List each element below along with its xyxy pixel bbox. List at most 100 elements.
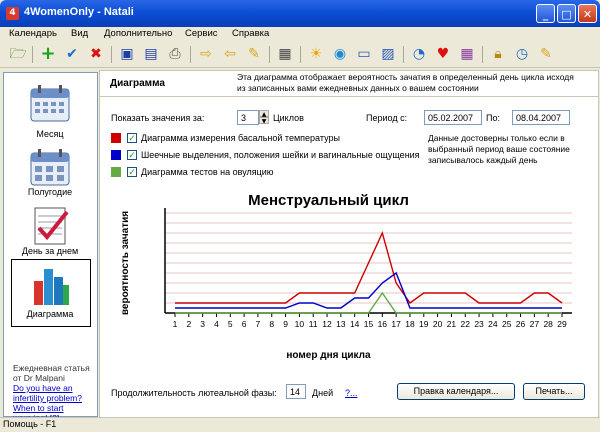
- checkbox-cervical[interactable]: ✓: [127, 150, 137, 161]
- sidebar-item-diagram[interactable]: Диаграмма: [4, 259, 96, 327]
- save-as-icon[interactable]: ▤: [141, 44, 161, 64]
- period-to-field[interactable]: 08.04.2007: [512, 110, 570, 125]
- menstrual-cycle-chart: Менструальный цикл вероятность зачатия ном…: [110, 183, 588, 369]
- chart-x-tick-label: 25: [502, 319, 512, 329]
- chart-x-tick-label: 14: [350, 319, 360, 329]
- add-icon[interactable]: +: [38, 44, 58, 64]
- edit-icon[interactable]: ✎: [244, 44, 264, 64]
- clock-icon[interactable]: ◷: [512, 44, 532, 64]
- status-text: Помощь - F1: [3, 419, 57, 429]
- app-icon[interactable]: 4: [6, 7, 19, 20]
- toolbar-separator: [111, 46, 112, 63]
- day-by-day-icon: [34, 207, 69, 245]
- menu-extra[interactable]: Дополнительно: [104, 28, 172, 39]
- sidebar-item-label: Месяц: [36, 129, 64, 139]
- import-icon[interactable]: ⇦: [220, 44, 240, 64]
- page-description: Эта диаграмма отображает вероятность зач…: [237, 72, 574, 93]
- legend-swatch-red: [111, 133, 121, 143]
- toolbar-separator: [482, 46, 483, 63]
- check-icon[interactable]: ✔: [62, 44, 82, 64]
- open-icon[interactable]: 🗁: [8, 44, 28, 64]
- chart-title: Менструальный цикл: [248, 192, 409, 209]
- sidebar-item-month[interactable]: Месяц: [4, 81, 96, 143]
- sun-icon[interactable]: ☀: [306, 44, 326, 64]
- status-bar: Помощь - F1: [0, 417, 600, 432]
- chart-x-tick-label: 7: [256, 319, 261, 329]
- calendar-month-icon: [30, 85, 70, 122]
- luteal-phase-input[interactable]: 14: [286, 384, 306, 399]
- cycles-input[interactable]: 3: [237, 110, 259, 125]
- chart-x-tick-label: 3: [200, 319, 205, 329]
- chart-x-tick-label: 6: [242, 319, 247, 329]
- menu-calendar[interactable]: Календарь: [9, 28, 57, 39]
- toolbar-separator: [190, 46, 191, 63]
- notes-icon[interactable]: ✎: [536, 44, 556, 64]
- chart-x-tick-label: 18: [405, 319, 415, 329]
- legend-label-cervical: Шеечные выделения, положения шейки и ваг…: [141, 150, 420, 160]
- delete-icon[interactable]: ✖: [86, 44, 106, 64]
- export-icon[interactable]: ⇨: [196, 44, 216, 64]
- chart-x-tick-label: 29: [557, 319, 567, 329]
- chart-y-axis-label: вероятность зачатия: [120, 211, 131, 315]
- close-button[interactable]: ✕: [578, 4, 597, 23]
- chart-x-tick-label: 8: [269, 319, 274, 329]
- sidebar-item-day-by-day[interactable]: День за днем: [4, 202, 96, 257]
- chart-x-tick-label: 11: [309, 319, 318, 329]
- print-icon[interactable]: ⎙: [165, 44, 185, 64]
- calendar-menu-icon[interactable]: ▦: [275, 44, 295, 64]
- menu-service[interactable]: Сервис: [185, 28, 218, 39]
- chart-x-tick-label: 28: [543, 319, 553, 329]
- chart-background: [110, 183, 588, 369]
- toolbar-separator: [269, 46, 270, 63]
- period-from-field[interactable]: 05.02.2007: [424, 110, 482, 125]
- daily-article: Ежедневная статья от Dr Malpani Do you h…: [13, 363, 97, 423]
- sidebar: Месяц Полугодие День за днем Диаграмма Е…: [3, 72, 98, 423]
- grid-icon[interactable]: ▦: [457, 44, 477, 64]
- period-from-label: Период с:: [366, 113, 408, 123]
- diagram-panel: Диаграмма Эта диаграмма отображает вероя…: [99, 70, 599, 418]
- checkbox-ovulation[interactable]: ✓: [127, 167, 137, 178]
- maximize-button[interactable]: □: [557, 4, 576, 23]
- heart-icon[interactable]: ♥: [433, 44, 453, 64]
- window-icon[interactable]: ▭: [354, 44, 374, 64]
- chart-icon[interactable]: ◔: [409, 44, 429, 64]
- legend-swatch-green: [111, 167, 121, 177]
- chart-x-tick-label: 21: [447, 319, 457, 329]
- stepper-down-icon[interactable]: ▼: [259, 117, 269, 125]
- chart-x-tick-label: 24: [488, 319, 498, 329]
- toolbar-separator: [403, 46, 404, 63]
- panel-header: Диаграмма Эта диаграмма отображает вероя…: [100, 71, 598, 97]
- help-link[interactable]: ?...: [345, 388, 358, 398]
- toolbar-separator: [32, 46, 33, 63]
- cycles-label: Циклов: [273, 113, 304, 123]
- sidebar-item-label: Полугодие: [27, 187, 73, 197]
- print-button[interactable]: Печать...: [523, 383, 585, 400]
- globe-icon[interactable]: ◉: [330, 44, 350, 64]
- lock-icon[interactable]: 🔒︎: [488, 44, 508, 64]
- chart-x-tick-label: 17: [391, 319, 401, 329]
- legend-swatch-blue: [111, 150, 121, 160]
- edit-calendar-button[interactable]: Правка календаря...: [397, 383, 515, 400]
- chart-x-tick-label: 20: [433, 319, 443, 329]
- title-bar[interactable]: 4 4WomenOnly - Natali _ □ ✕: [0, 0, 600, 27]
- chart-x-tick-label: 4: [214, 319, 219, 329]
- article-link-infertility[interactable]: Do you have an infertility problem?: [13, 383, 97, 403]
- sidebar-item-label: Диаграмма: [26, 309, 74, 319]
- chart-x-tick-label: 23: [474, 319, 484, 329]
- sidebar-item-halfyear[interactable]: Полугодие: [4, 145, 96, 200]
- menu-help[interactable]: Справка: [232, 28, 269, 39]
- chart-x-tick-label: 26: [516, 319, 526, 329]
- window-title: 4WomenOnly - Natali: [24, 6, 134, 18]
- menu-view[interactable]: Вид: [71, 28, 88, 39]
- chart-x-tick-label: 5: [228, 319, 233, 329]
- image-icon[interactable]: ▨: [378, 44, 398, 64]
- stepper-up-icon[interactable]: ▲: [259, 110, 269, 118]
- reliability-note: Данные достоверны только если в выбранны…: [428, 133, 570, 165]
- minimize-button[interactable]: _: [536, 4, 555, 23]
- checkbox-bbt[interactable]: ✓: [127, 133, 137, 144]
- cycles-stepper[interactable]: ▲ ▼: [259, 110, 269, 125]
- save-icon[interactable]: ▣: [117, 44, 137, 64]
- sidebar-item-label: День за днем: [21, 246, 79, 256]
- page-title: Диаграмма: [110, 78, 165, 89]
- chart-x-tick-label: 19: [419, 319, 429, 329]
